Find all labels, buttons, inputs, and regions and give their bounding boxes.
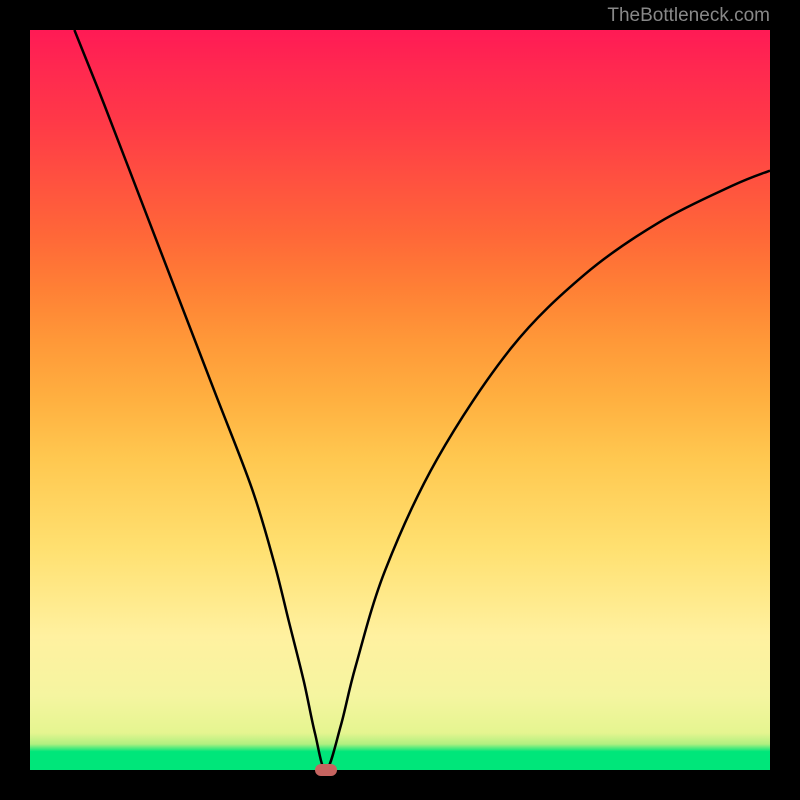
- bottleneck-curve-line: [74, 30, 770, 770]
- curve-svg: [30, 30, 770, 770]
- chart-plot-area: [30, 30, 770, 770]
- bottleneck-marker: [315, 764, 337, 776]
- watermark-text: TheBottleneck.com: [607, 5, 770, 27]
